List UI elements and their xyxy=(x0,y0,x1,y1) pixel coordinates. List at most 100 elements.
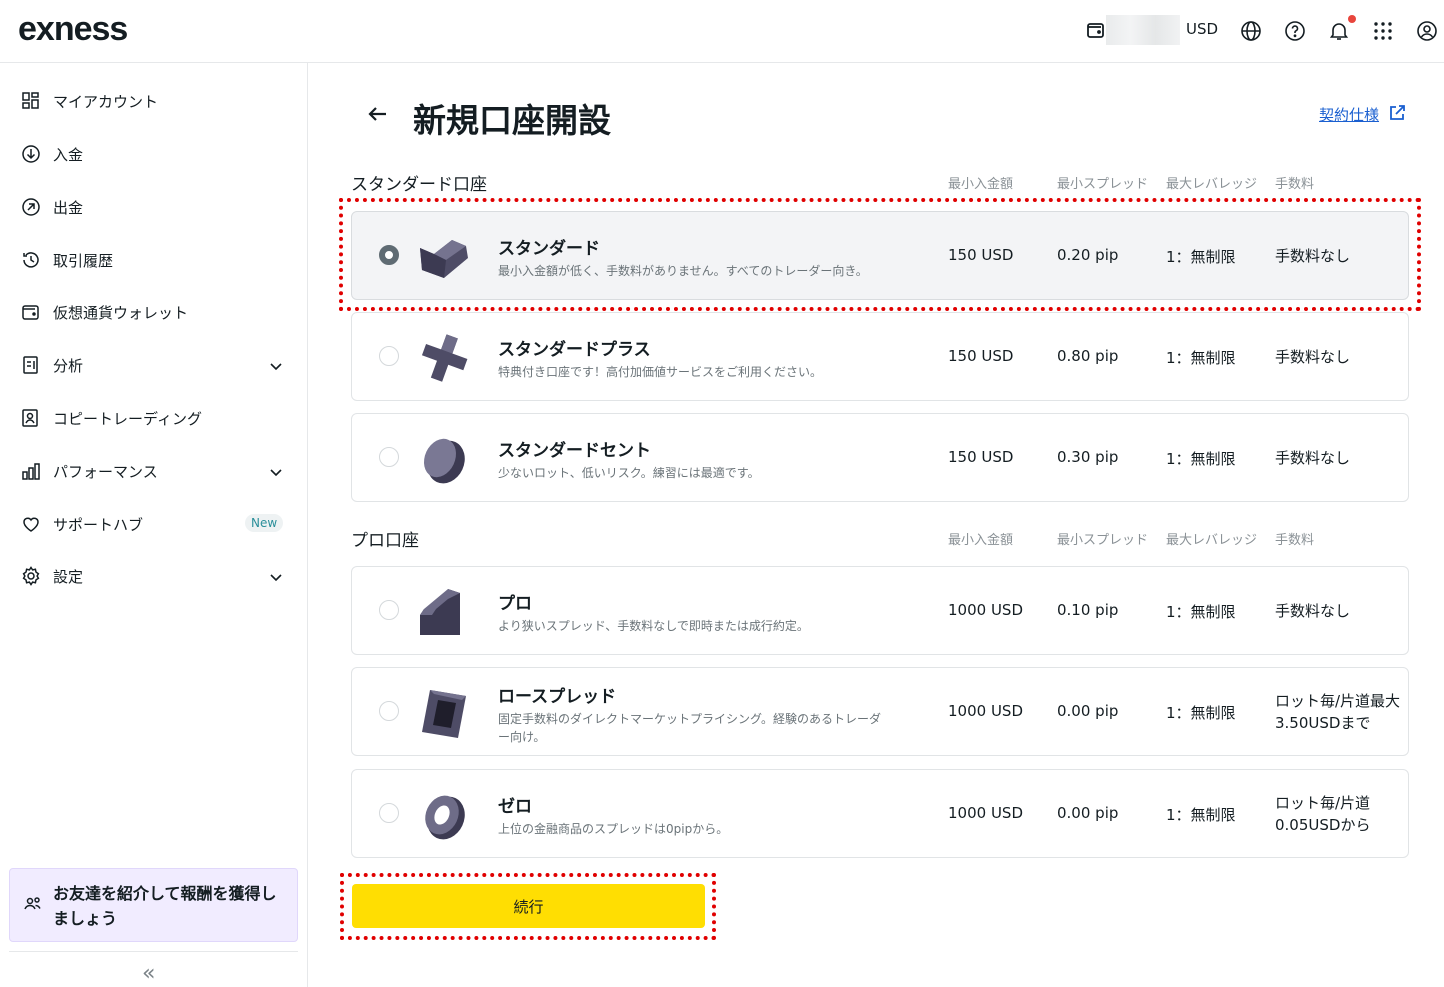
sidebar-item-label: パフォーマンス xyxy=(53,463,158,481)
account-card-raw-spread[interactable]: ロースプレッド 固定手数料のダイレクトマーケットプライシング。経験のあるトレーダ… xyxy=(351,667,1409,756)
sidebar-item-support-hub[interactable]: サポートハブ New xyxy=(0,504,307,544)
profile-icon[interactable] xyxy=(1416,20,1438,42)
min-spread-value: 0.10 pip xyxy=(1057,601,1119,619)
sidebar-item-my-account[interactable]: マイアカウント xyxy=(0,81,307,121)
settings-icon xyxy=(22,566,40,586)
min-deposit-value: 150 USD xyxy=(948,347,1014,365)
col-header-min-deposit: 最小入金額 xyxy=(948,533,1014,548)
wallet-icon xyxy=(22,305,39,320)
col-header-max-leverage: 最大レバレッジ xyxy=(1166,177,1258,192)
account-radio[interactable] xyxy=(379,346,399,366)
sidebar-item-label: コピートレーディング xyxy=(53,410,202,428)
performance-icon xyxy=(22,463,40,480)
withdraw-icon xyxy=(22,198,40,216)
currency-label[interactable]: USD xyxy=(1186,20,1218,38)
max-leverage-value: 1：無制限 xyxy=(1166,806,1236,824)
account-description: 最小入金額が低く、手数料がありません。すべてのトレーダー向き。 xyxy=(498,264,868,278)
min-spread-value: 0.30 pip xyxy=(1057,448,1119,466)
account-name: ロースプレッド xyxy=(498,687,617,707)
max-leverage-value: 1：無制限 xyxy=(1166,248,1236,266)
commission-value: ロット毎/片道最大3.50USDまで xyxy=(1275,692,1401,732)
analytics-icon xyxy=(23,356,38,374)
contract-specs-link[interactable]: 契約仕様 xyxy=(1319,104,1379,125)
account-name: プロ xyxy=(498,594,532,614)
sidebar-item-copy-trading[interactable]: コピートレーディング xyxy=(0,398,307,438)
col-header-commission: 手数料 xyxy=(1275,533,1315,548)
min-deposit-value: 1000 USD xyxy=(948,601,1023,619)
new-badge: New xyxy=(245,514,284,532)
col-header-min-deposit: 最小入金額 xyxy=(948,177,1014,192)
commission-value: 手数料なし xyxy=(1275,449,1351,467)
account-name: スタンダードセント xyxy=(498,441,651,461)
chevron-down-icon[interactable] xyxy=(266,356,286,376)
standard-cent-shape-icon xyxy=(423,438,465,484)
account-name: スタンダードプラス xyxy=(498,340,651,360)
help-icon[interactable] xyxy=(1284,20,1306,42)
top-header: exness USD xyxy=(0,0,1444,63)
account-radio[interactable] xyxy=(379,701,399,721)
raw-spread-shape-icon xyxy=(422,690,466,738)
apps-grid-icon[interactable] xyxy=(1372,20,1394,42)
sidebar-item-analytics[interactable]: 分析 xyxy=(0,345,307,385)
sidebar-item-withdraw[interactable]: 出金 xyxy=(0,187,307,227)
commission-value: 手数料なし xyxy=(1275,348,1351,366)
exness-logo[interactable]: exness xyxy=(18,10,128,49)
wallet-icon[interactable] xyxy=(1086,20,1106,40)
col-header-max-leverage: 最大レバレッジ xyxy=(1166,533,1258,548)
section-title-pro: プロ口座 xyxy=(351,531,419,551)
min-deposit-value: 1000 USD xyxy=(948,702,1023,720)
bell-icon[interactable] xyxy=(1328,20,1350,42)
promo-text: お友達を紹介して報酬を獲得しましょう xyxy=(53,884,277,928)
account-radio[interactable] xyxy=(379,600,399,620)
col-header-min-spread: 最小スプレッド xyxy=(1057,177,1149,192)
sidebar-divider xyxy=(9,951,298,952)
min-spread-value: 0.00 pip xyxy=(1057,804,1119,822)
min-deposit-value: 150 USD xyxy=(948,246,1014,264)
sidebar-item-performance[interactable]: パフォーマンス xyxy=(0,451,307,491)
col-header-min-spread: 最小スプレッド xyxy=(1057,533,1149,548)
sidebar: マイアカウント 入金 出金 取引履歴 仮想通貨ウォレット 分析 コピートレーディ… xyxy=(0,63,308,987)
chevron-down-icon[interactable] xyxy=(266,462,286,482)
sidebar-item-crypto-wallet[interactable]: 仮想通貨ウォレット xyxy=(0,292,307,332)
sidebar-item-deposit[interactable]: 入金 xyxy=(0,134,307,174)
referral-promo[interactable]: お友達を紹介して報酬を獲得しましょう xyxy=(9,868,298,942)
deposit-icon xyxy=(22,145,40,163)
sidebar-item-label: 分析 xyxy=(53,357,84,375)
account-card-standard[interactable]: スタンダード 最小入金額が低く、手数料がありません。すべてのトレーダー向き。 1… xyxy=(351,211,1409,300)
history-icon xyxy=(23,252,39,268)
account-card-standard-cent[interactable]: スタンダードセント 少ないロット、低いリスク。練習には最適です。 150 USD… xyxy=(351,413,1409,502)
sidebar-item-label: 入金 xyxy=(53,146,84,164)
min-deposit-value: 150 USD xyxy=(948,448,1014,466)
account-radio[interactable] xyxy=(379,245,399,265)
max-leverage-value: 1：無制限 xyxy=(1166,349,1236,367)
back-arrow-icon[interactable] xyxy=(364,100,392,128)
globe-icon[interactable] xyxy=(1240,20,1262,42)
external-link-icon[interactable] xyxy=(1388,104,1406,122)
min-deposit-value: 1000 USD xyxy=(948,804,1023,822)
collapse-sidebar-button[interactable]: « xyxy=(142,961,155,986)
dashboard-icon xyxy=(22,92,39,109)
account-description: 固定手数料のダイレクトマーケットプライシング。経験のあるトレーダー向け。 xyxy=(498,712,882,744)
sidebar-item-history[interactable]: 取引履歴 xyxy=(0,240,307,280)
account-name: スタンダード xyxy=(498,239,600,259)
col-header-commission: 手数料 xyxy=(1275,177,1315,192)
account-radio[interactable] xyxy=(379,803,399,823)
standard-shape-icon xyxy=(420,240,468,278)
section-title-standard: スタンダード口座 xyxy=(351,175,487,195)
max-leverage-value: 1：無制限 xyxy=(1166,450,1236,468)
max-leverage-value: 1：無制限 xyxy=(1166,704,1236,722)
sidebar-item-label: 仮想通貨ウォレット xyxy=(53,304,189,322)
chevron-down-icon[interactable] xyxy=(266,567,286,587)
account-card-standard-plus[interactable]: スタンダードプラス 特典付き口座です！高付加価値サービスをご利用ください。 15… xyxy=(351,312,1409,401)
account-description: より狭いスプレッド、手数料なしで即時または成行約定。 xyxy=(498,619,809,633)
account-radio[interactable] xyxy=(379,447,399,467)
sidebar-item-settings[interactable]: 設定 xyxy=(0,556,307,596)
sidebar-item-label: 設定 xyxy=(53,568,84,586)
max-leverage-value: 1：無制限 xyxy=(1166,603,1236,621)
account-description: 特典付き口座です！高付加価値サービスをご利用ください。 xyxy=(498,365,823,379)
continue-button[interactable]: 続行 xyxy=(352,884,705,928)
account-card-pro[interactable]: プロ より狭いスプレッド、手数料なしで即時または成行約定。 1000 USD 0… xyxy=(351,566,1409,655)
users-icon xyxy=(24,897,41,910)
copy-trading-icon xyxy=(22,409,38,427)
account-card-zero[interactable]: ゼロ 上位の金融商品のスプレッドは0pipから。 1000 USD 0.00 p… xyxy=(351,769,1409,858)
